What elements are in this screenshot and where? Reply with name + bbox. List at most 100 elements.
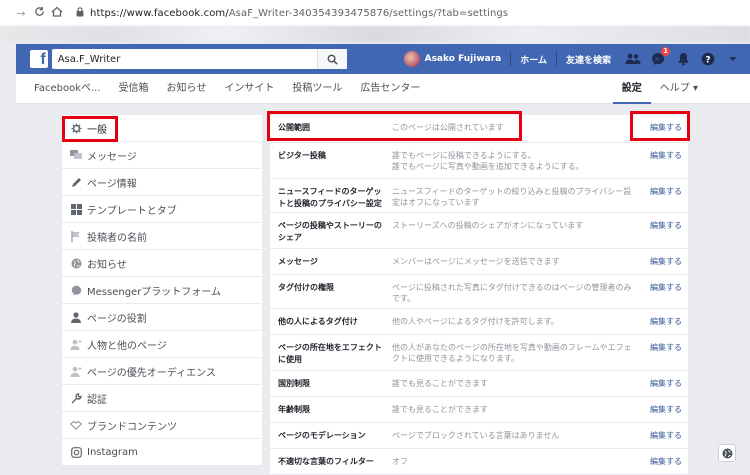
setting-name: ページのモデレーション — [278, 431, 366, 440]
sidebar-item-label: ページ情報 — [87, 178, 137, 190]
settings-sidebar: 一般 メッセージ ページ情報 テンプレートとタブ 投稿者の名前 お知らせ Mes… — [62, 115, 262, 466]
sidebar-item-label: お知らせ — [87, 259, 127, 271]
edit-link[interactable]: 編集する — [636, 179, 688, 212]
sidebar-item-authorizations[interactable]: 認証 — [62, 385, 262, 412]
setting-name: タグ付けの権限 — [278, 283, 334, 292]
sidebar-item-messaging[interactable]: メッセージ — [62, 142, 262, 169]
setting-value: ニュースフィードのターゲットの絞り込みと投稿のプライバシー設定はオフになっていま… — [392, 187, 632, 207]
sidebar-item-instagram[interactable]: Instagram — [62, 439, 262, 466]
edit-link[interactable]: 編集する — [636, 143, 688, 178]
url-host: https://www.facebook.com/ — [90, 7, 229, 19]
sidebar-item-label: Messengerプラットフォーム — [87, 286, 222, 298]
svg-text:?: ? — [705, 56, 710, 66]
sidebar-item-people-other-pages[interactable]: 人物と他のページ — [62, 331, 262, 358]
messenger-badge: 1 — [661, 47, 670, 56]
tab-help[interactable]: ヘルプ ▾ — [651, 74, 750, 104]
flag-icon — [70, 230, 82, 242]
gear-icon — [70, 122, 82, 134]
sidebar-item-label: 一般 — [87, 124, 107, 136]
settings-row-profanity-filter: 不適切な言葉のフィルター オフ 編集する — [270, 449, 688, 475]
profile-link[interactable]: Asako Fujiwara — [425, 54, 502, 64]
messenger-icon[interactable]: 1 — [650, 47, 670, 67]
tab-notifications[interactable]: お知らせ — [158, 74, 216, 104]
settings-row-story-sharing: ページの投稿やストーリーのシェア ストーリーズへの投稿のシェアがオンになっていま… — [270, 213, 688, 249]
setting-name: ビジター投稿 — [278, 151, 326, 160]
sidebar-item-templates-tabs[interactable]: テンプレートとタブ — [62, 196, 262, 223]
setting-value: ページでブロックされている言葉はありません — [392, 431, 560, 440]
edit-link[interactable]: 編集する — [636, 449, 688, 474]
setting-value: 誰でもページに投稿できるようにする。 誰でもページに写真や動画を追加できるように… — [392, 151, 584, 171]
sidebar-item-preferred-audience[interactable]: ページの優先オーディエンス — [62, 358, 262, 385]
sidebar-item-branded-content[interactable]: ブランドコンテンツ — [62, 412, 262, 439]
help-icon[interactable]: ? — [700, 51, 716, 67]
sidebar-item-page-roles[interactable]: ページの役割 — [62, 304, 262, 331]
setting-value: 他の人やページによるタグ付けを許可します。 — [392, 317, 559, 326]
sidebar-item-label: ページの優先オーディエンス — [87, 367, 216, 379]
tab-publishing-tools[interactable]: 投稿ツール — [283, 74, 351, 104]
tab-insights[interactable]: インサイト — [215, 74, 283, 104]
settings-row-age-restrictions: 年齢制限 誰でも見ることができます 編集する — [270, 397, 688, 423]
tab-ad-center[interactable]: 広告センター — [351, 74, 429, 104]
edit-link[interactable]: 編集する — [636, 423, 688, 448]
edit-link[interactable]: 編集する — [636, 115, 688, 142]
tab-inbox[interactable]: 受信箱 — [110, 74, 158, 104]
browser-toolbar: → https://www.facebook.com/AsaF_Writer-3… — [0, 0, 750, 26]
setting-name: メッセージ — [278, 257, 318, 266]
setting-value: 他の人があなたのページの所在地を写真や動画のフレームやエフェクトに使用できるよう… — [392, 343, 632, 363]
add-person-icon — [70, 365, 82, 377]
address-bar[interactable]: https://www.facebook.com/AsaF_Writer-340… — [90, 8, 508, 19]
edit-link[interactable]: 編集する — [636, 275, 688, 308]
edit-link[interactable]: 編集する — [636, 309, 688, 334]
blurred-bookmarks-bar — [0, 26, 750, 42]
setting-value: ストーリーズへの投稿のシェアがオンになっています — [392, 221, 584, 230]
reload-icon[interactable] — [30, 6, 48, 20]
sidebar-item-label: 投稿者の名前 — [87, 232, 147, 244]
friend-requests-icon[interactable] — [625, 51, 641, 67]
sidebar-item-notifications[interactable]: お知らせ — [62, 250, 262, 277]
search-button[interactable] — [316, 49, 347, 69]
setting-name: ページの所在地をエフェクトに使用 — [278, 343, 382, 364]
find-friends-link[interactable]: 友達を検索 — [566, 53, 611, 66]
setting-name: ニュースフィードのターゲットと投稿のプライバシー設定 — [278, 187, 382, 208]
header-right: Asako Fujiwara ホーム 友達を検索 1 ? — [403, 47, 750, 67]
account-menu-chevron-icon[interactable] — [725, 51, 741, 67]
page-tab-bar: Facebookペ... 受信箱 お知らせ インサイト 投稿ツール 広告センター… — [16, 74, 750, 104]
search-box — [51, 49, 347, 69]
messenger-icon — [70, 284, 82, 296]
avatar[interactable] — [403, 51, 420, 67]
language-globe-button[interactable] — [718, 444, 736, 462]
search-input[interactable] — [51, 50, 322, 68]
home-link[interactable]: ホーム — [520, 53, 547, 66]
tab-page[interactable]: Facebookペ... — [16, 74, 110, 104]
lock-icon[interactable] — [76, 6, 84, 20]
setting-value: メンバーはページにメッセージを送信できます — [392, 257, 560, 266]
edit-link[interactable]: 編集する — [636, 213, 688, 248]
setting-value: オフ — [392, 457, 408, 466]
setting-name: 他の人によるタグ付け — [278, 317, 358, 326]
sidebar-item-page-info[interactable]: ページ情報 — [62, 169, 262, 196]
settings-row-visibility: 公開範囲 このページは公開されています 編集する — [270, 115, 688, 143]
sidebar-item-label: ページの役割 — [87, 313, 147, 325]
tab-settings[interactable]: 設定 — [612, 74, 651, 104]
url-path: AsaF_Writer-340354393475876/settings/?ta… — [228, 7, 509, 19]
notifications-bell-icon[interactable] — [675, 51, 691, 67]
sidebar-item-general[interactable]: 一般 — [62, 115, 262, 142]
edit-link[interactable]: 編集する — [636, 371, 688, 396]
edit-link[interactable]: 編集する — [636, 335, 688, 370]
edit-link[interactable]: 編集する — [636, 397, 688, 422]
settings-row-news-feed-audience: ニュースフィードのターゲットと投稿のプライバシー設定 ニュースフィードのターゲッ… — [270, 179, 688, 213]
facebook-logo-icon[interactable]: f — [30, 50, 48, 68]
settings-row-visitor-posts: ビジター投稿 誰でもページに投稿できるようにする。 誰でもページに写真や動画を追… — [270, 143, 688, 179]
chat-bubbles-icon — [70, 149, 82, 161]
settings-row-others-tagging: 他の人によるタグ付け 他の人やページによるタグ付けを許可します。 編集する — [270, 309, 688, 335]
setting-value: 誰でも見ることができます — [392, 405, 488, 414]
sidebar-item-post-attribution[interactable]: 投稿者の名前 — [62, 223, 262, 250]
sidebar-item-messenger-platform[interactable]: Messengerプラットフォーム — [62, 277, 262, 304]
settings-row-messages: メッセージ メンバーはページにメッセージを送信できます 編集する — [270, 249, 688, 275]
facebook-header: f Asako Fujiwara ホーム 友達を検索 1 ? — [16, 44, 750, 74]
setting-name: ページの投稿やストーリーのシェア — [278, 221, 382, 242]
home-icon[interactable] — [48, 6, 66, 20]
search-icon — [327, 54, 338, 65]
back-arrow-icon[interactable]: → — [12, 7, 30, 20]
edit-link[interactable]: 編集する — [636, 249, 688, 274]
